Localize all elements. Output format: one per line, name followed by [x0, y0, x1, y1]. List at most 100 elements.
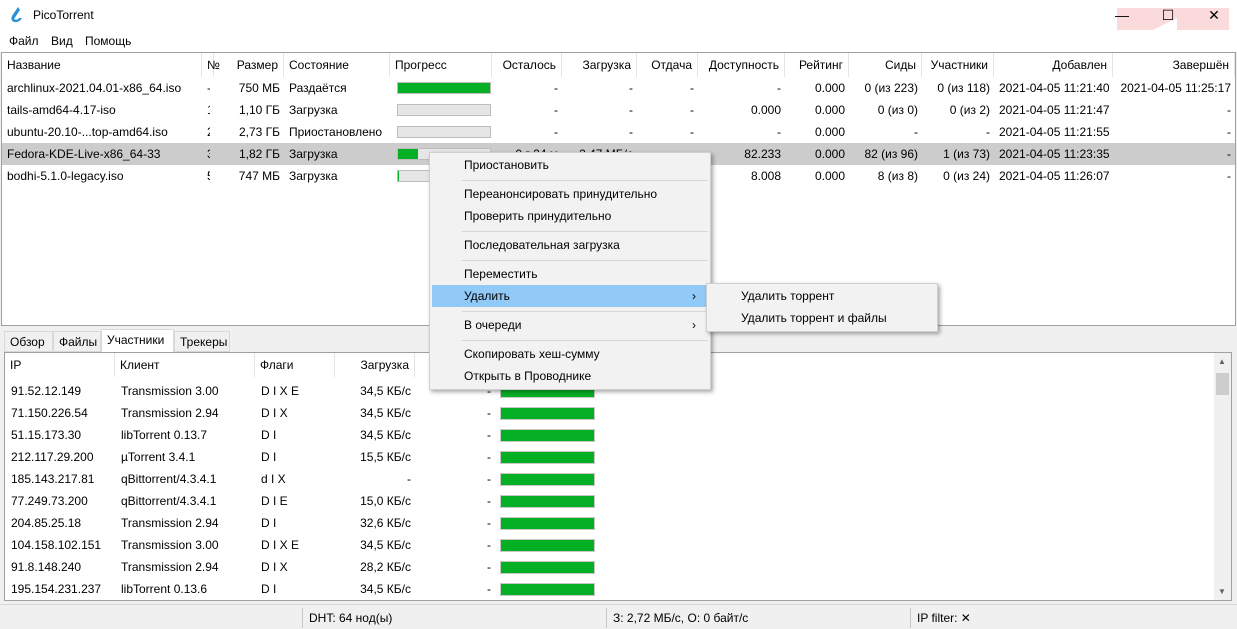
cell-state: Загрузка [289, 147, 338, 161]
scroll-down-icon[interactable]: ▼ [1218, 587, 1226, 596]
peer-ip: 51.15.173.30 [11, 428, 82, 442]
peer-up: - [487, 494, 491, 508]
column-header[interactable]: № [202, 53, 220, 77]
menu-separator [462, 311, 708, 312]
column-header[interactable]: Отдача [637, 53, 698, 77]
menu-item-1[interactable]: Переанонсировать принудительно [432, 183, 708, 205]
peer-client: qBittorrent/4.3.4.1 [121, 472, 217, 486]
peer-progress-bar [500, 517, 595, 530]
torrent-row[interactable]: archlinux-2021.04.01-x86_64.iso - 750 МБ Ра… [2, 77, 1235, 99]
column-header[interactable]: Размер [214, 53, 284, 77]
status-speed: З: 2,72 МБ/с, О: 0 байт/с [613, 611, 749, 625]
column-header[interactable]: Осталось [492, 53, 562, 77]
column-header[interactable]: Добавлен [994, 53, 1113, 77]
menu-item-7[interactable]: Скопировать хеш-сумму [432, 343, 708, 365]
peer-client: libTorrent 0.13.7 [121, 428, 208, 442]
cell-seeds: 0 (из 0) [877, 103, 918, 117]
menu-item-label: Открыть в Проводнике [464, 369, 592, 383]
peer-down: 32,6 КБ/с [360, 516, 411, 530]
peer-row[interactable]: 71.150.226.54 Transmission 2.94 D I X 34,5 … [5, 402, 1215, 424]
peer-row[interactable]: 51.15.173.30 libTorrent 0.13.7 D I 34,5 КБ/… [5, 424, 1215, 446]
peer-row[interactable]: 185.143.217.81 qBittorrent/4.3.4.1 d I X - - [5, 468, 1215, 490]
progress-bar [397, 104, 491, 116]
menu-item-0[interactable]: Приостановить [432, 154, 708, 176]
cell-peers: 0 (из 24) [943, 169, 990, 183]
scroll-thumb[interactable] [1216, 373, 1229, 395]
peer-client: Transmission 2.94 [121, 516, 219, 530]
peer-row[interactable]: 77.249.73.200 qBittorrent/4.3.4.1 D I E 15,… [5, 490, 1215, 512]
cell-name: Fedora-KDE-Live-x86_64-33 [7, 147, 161, 161]
menu-item-label: В очереди [464, 318, 522, 332]
submenu-item-0[interactable]: Удалить торрент [709, 285, 935, 307]
peer-column-header[interactable]: IP [5, 353, 115, 377]
progress-bar [397, 126, 491, 138]
cell-name: tails-amd64-4.17-iso [7, 103, 116, 117]
column-header[interactable]: Загрузка [562, 53, 637, 77]
peer-progress-fill [501, 474, 594, 485]
peer-up: - [487, 582, 491, 596]
peer-column-header[interactable]: Клиент [115, 353, 255, 377]
tab-0[interactable]: Обзор [4, 331, 53, 352]
menu-item-3[interactable]: Последовательная загрузка [432, 234, 708, 256]
column-header[interactable]: Прогресс [390, 53, 492, 77]
cell-num: 3 [207, 143, 210, 165]
peer-row[interactable]: 104.158.102.151 Transmission 3.00 D I X E 3… [5, 534, 1215, 556]
cell-avail: 8.008 [750, 169, 781, 183]
cell-added: 2021-04-05 11:23:35 [999, 147, 1109, 161]
peer-column-header[interactable]: Флаги [255, 353, 335, 377]
tab-2[interactable]: Участники [101, 329, 174, 353]
torrent-row[interactable]: ubuntu-20.10-...top-amd64.iso 2 2,73 ГБ При… [2, 121, 1235, 143]
peer-row[interactable]: 91.8.148.240 Transmission 2.94 D I X 28,2 К… [5, 556, 1215, 578]
cell-size: 1,10 ГБ [238, 103, 280, 117]
column-header[interactable]: Состояние [284, 53, 390, 77]
torrent-row[interactable]: tails-amd64-4.17-iso 1 1,10 ГБ Загрузка - - - 0… [2, 99, 1235, 121]
peer-down: 34,5 КБ/с [360, 428, 411, 442]
progress-fill [398, 83, 490, 93]
column-header[interactable]: Завершён [1113, 53, 1235, 77]
menu-item-4[interactable]: Переместить [432, 263, 708, 285]
column-header[interactable]: Участники [922, 53, 994, 77]
maximize-button[interactable]: ☐ [1145, 0, 1191, 30]
column-header[interactable]: Сиды [849, 53, 922, 77]
cell-added: 2021-04-05 11:26:07 [999, 169, 1109, 183]
menu-file[interactable]: Файл [9, 34, 39, 48]
menu-item-label: Переместить [464, 267, 538, 281]
column-header[interactable]: Рейтинг [785, 53, 849, 77]
cell-seeds: 8 (из 8) [877, 169, 918, 183]
cell-size: 747 МБ [238, 169, 280, 183]
peer-row[interactable]: 195.154.231.237 libTorrent 0.13.6 D I 34,5 … [5, 578, 1215, 600]
close-button[interactable]: ✕ [1191, 0, 1237, 30]
context-menu: Приостановить Переанонсировать принудител… [429, 152, 711, 390]
peer-up: - [487, 406, 491, 420]
vertical-scrollbar[interactable]: ▲ ▼ [1214, 353, 1231, 600]
menu-item-8[interactable]: Открыть в Проводнике [432, 365, 708, 387]
cell-up: - [690, 125, 694, 139]
column-header[interactable]: Название [2, 53, 202, 77]
menu-item-6[interactable]: В очереди › [432, 314, 708, 336]
peer-row[interactable]: 204.85.25.18 Transmission 2.94 D I 32,6 КБ/… [5, 512, 1215, 534]
peer-column-header[interactable]: Загрузка [335, 353, 415, 377]
menu-item-label: Переанонсировать принудительно [464, 187, 658, 201]
cell-size: 750 МБ [238, 81, 280, 95]
minimize-button[interactable]: — [1099, 0, 1145, 30]
peer-row[interactable]: 212.117.29.200 µTorrent 3.4.1 D I 15,5 КБ/с… [5, 446, 1215, 468]
menu-separator [462, 340, 708, 341]
tab-3[interactable]: Трекеры [174, 331, 230, 352]
menu-item-5[interactable]: Удалить › [432, 285, 708, 307]
submenu-item-1[interactable]: Удалить торрент и файлы [709, 307, 935, 329]
menu-view[interactable]: Вид [51, 34, 73, 48]
peer-client: Transmission 2.94 [121, 560, 219, 574]
cell-added: 2021-04-05 11:21:40 [999, 81, 1109, 95]
column-header[interactable]: Доступность [698, 53, 785, 77]
peer-down: 34,5 КБ/с [360, 406, 411, 420]
menu-help[interactable]: Помощь [85, 34, 131, 48]
cell-down: - [629, 103, 633, 117]
peer-down: 34,5 КБ/с [360, 384, 411, 398]
menu-item-2[interactable]: Проверить принудительно [432, 205, 708, 227]
cell-done: - [1227, 147, 1231, 161]
peer-ip: 91.52.12.149 [11, 384, 82, 398]
cell-ratio: 0.000 [814, 125, 845, 139]
tab-1[interactable]: Файлы [53, 331, 101, 352]
cell-state: Загрузка [289, 103, 338, 117]
scroll-up-icon[interactable]: ▲ [1218, 357, 1226, 366]
